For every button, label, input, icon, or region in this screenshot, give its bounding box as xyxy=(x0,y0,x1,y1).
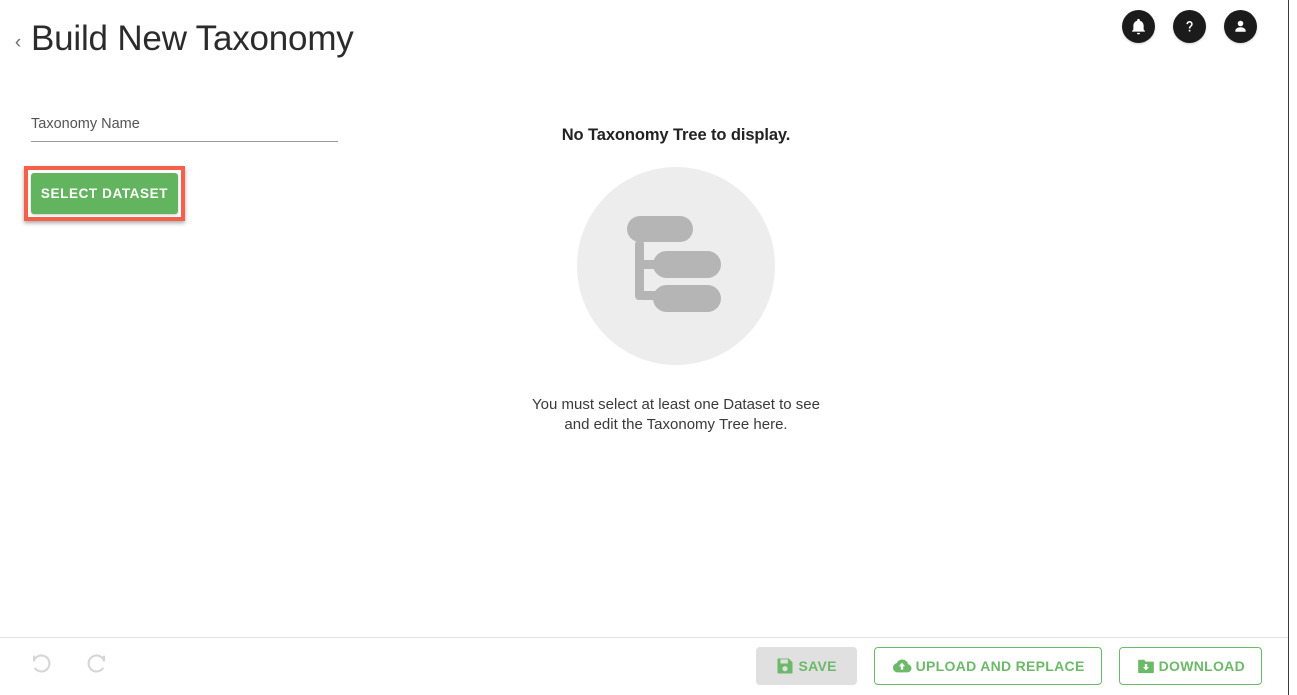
taxonomy-name-input[interactable] xyxy=(31,112,338,142)
taxonomy-name-field xyxy=(31,112,338,146)
select-dataset-highlight: SELECT DATASET xyxy=(24,166,185,221)
save-button-label: SAVE xyxy=(798,658,837,674)
select-dataset-highlight-gap: SELECT DATASET xyxy=(28,170,181,217)
empty-state-title: No Taxonomy Tree to display. xyxy=(561,126,791,144)
upload-and-replace-button-label: UPLOAD AND REPLACE xyxy=(915,658,1085,674)
notification-bell-icon[interactable] xyxy=(1122,10,1155,43)
header-icon-group xyxy=(1122,10,1257,43)
select-dataset-button[interactable]: SELECT DATASET xyxy=(31,173,178,214)
empty-state-panel: No Taxonomy Tree to display. You must se… xyxy=(436,126,916,435)
upload-and-replace-button[interactable]: UPLOAD AND REPLACE xyxy=(873,647,1102,685)
page-footer: SAVE UPLOAD AND REPLACE DOWNLOAD xyxy=(0,638,1288,695)
empty-state-message-line-1: You must select at least one Dataset to … xyxy=(532,396,820,413)
history-button-group xyxy=(24,646,114,682)
taxonomy-tree-icon xyxy=(577,167,775,365)
taxonomy-form-column: SELECT DATASET xyxy=(24,112,351,221)
back-chevron-icon[interactable]: ‹ xyxy=(10,31,26,55)
right-outer-strip xyxy=(1289,0,1297,695)
folder-download-icon xyxy=(1136,656,1156,676)
account-person-icon[interactable] xyxy=(1224,10,1257,43)
download-button[interactable]: DOWNLOAD xyxy=(1118,647,1262,685)
page-title: Build New Taxonomy xyxy=(31,19,354,58)
download-button-label: DOWNLOAD xyxy=(1158,658,1245,674)
undo-button[interactable] xyxy=(24,646,60,682)
save-button[interactable]: SAVE xyxy=(755,647,857,685)
footer-action-group: SAVE UPLOAD AND REPLACE DOWNLOAD xyxy=(755,647,1262,685)
redo-button[interactable] xyxy=(78,646,114,682)
cloud-upload-icon xyxy=(891,655,913,677)
save-floppy-icon xyxy=(775,656,795,676)
help-question-icon[interactable] xyxy=(1173,10,1206,43)
build-new-taxonomy-page: ‹ Build New Taxonomy Taxonomy Name SELEC… xyxy=(0,0,1297,695)
empty-state-message-line-2: and edit the Taxonomy Tree here. xyxy=(564,416,788,433)
empty-state-message: You must select at least one Dataset to … xyxy=(436,395,916,435)
page-header: ‹ Build New Taxonomy xyxy=(0,0,1288,86)
